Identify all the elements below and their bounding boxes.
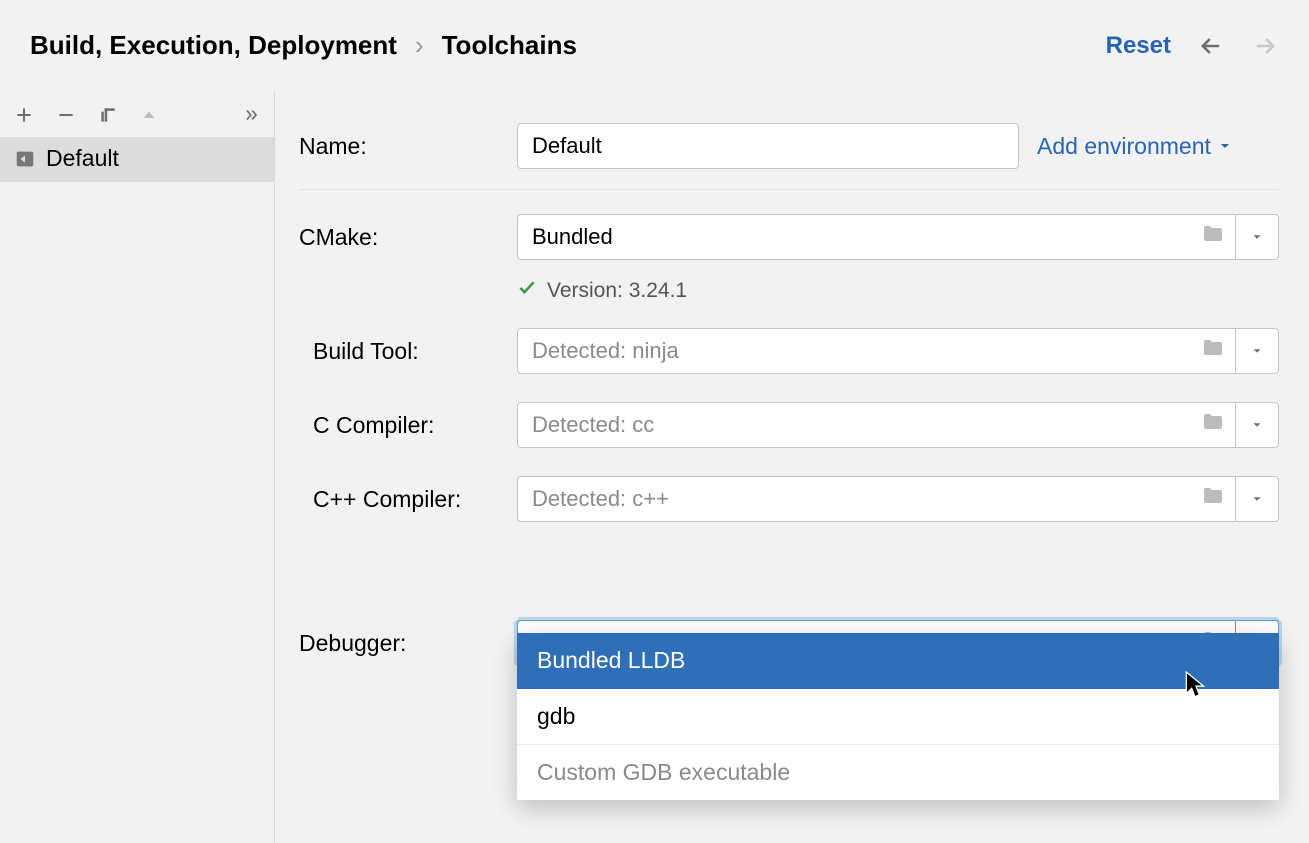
buildtool-input[interactable]: Detected: ninja — [517, 328, 1235, 374]
row-name: Name: Add environment — [299, 109, 1279, 183]
cppcompiler-label: C++ Compiler: — [299, 486, 517, 513]
breadcrumb-parent[interactable]: Build, Execution, Deployment — [30, 30, 397, 61]
chevron-down-icon — [1250, 344, 1264, 358]
remove-icon[interactable] — [56, 105, 76, 125]
add-icon[interactable] — [14, 105, 34, 125]
row-cppcompiler: C++ Compiler: Detected: c++ — [299, 462, 1279, 536]
sidebar-item-label: Default — [46, 145, 119, 172]
content: Default Name: Add environment CMake: Bun… — [0, 91, 1309, 843]
buildtool-combo[interactable]: Detected: ninja — [517, 328, 1279, 374]
buildtool-dropdown-button[interactable] — [1235, 328, 1279, 374]
cmake-version-text: Version: 3.24.1 — [547, 279, 687, 303]
name-label: Name: — [299, 133, 517, 160]
dropdown-item-custom-gdb[interactable]: Custom GDB executable — [517, 745, 1279, 800]
row-ccompiler: C Compiler: Detected: cc — [299, 388, 1279, 462]
cmake-status: Version: 3.24.1 — [517, 278, 1279, 304]
debugger-dropdown: Bundled LLDB gdb Custom GDB executable — [517, 633, 1279, 800]
ccompiler-label: C Compiler: — [299, 412, 517, 439]
breadcrumb: Build, Execution, Deployment › Toolchain… — [30, 30, 577, 61]
folder-icon[interactable] — [1201, 336, 1225, 366]
ccompiler-placeholder: Detected: cc — [532, 412, 654, 438]
cmake-combo[interactable]: Bundled — [517, 214, 1279, 260]
separator — [299, 189, 1279, 190]
sidebar: Default — [0, 91, 275, 843]
buildtool-label: Build Tool: — [299, 338, 517, 365]
folder-icon[interactable] — [1201, 222, 1225, 252]
forward-icon[interactable] — [1251, 32, 1279, 60]
dropdown-item-bundled-lldb[interactable]: Bundled LLDB — [517, 633, 1279, 689]
copy-icon[interactable] — [98, 105, 118, 125]
breadcrumb-current: Toolchains — [442, 30, 577, 61]
check-icon — [517, 278, 537, 304]
name-input[interactable] — [517, 123, 1019, 169]
ccompiler-combo[interactable]: Detected: cc — [517, 402, 1279, 448]
row-buildtool: Build Tool: Detected: ninja — [299, 314, 1279, 388]
cmake-value: Bundled — [532, 224, 613, 250]
sidebar-item-default[interactable]: Default — [0, 137, 274, 182]
cppcompiler-combo[interactable]: Detected: c++ — [517, 476, 1279, 522]
row-cmake: CMake: Bundled — [299, 200, 1279, 274]
cppcompiler-dropdown-button[interactable] — [1235, 476, 1279, 522]
cmake-input[interactable]: Bundled — [517, 214, 1235, 260]
up-icon[interactable] — [140, 106, 158, 124]
cmake-dropdown-button[interactable] — [1235, 214, 1279, 260]
reset-button[interactable]: Reset — [1106, 32, 1171, 60]
ccompiler-input[interactable]: Detected: cc — [517, 402, 1235, 448]
header-bar: Build, Execution, Deployment › Toolchain… — [0, 0, 1309, 91]
cmake-label: CMake: — [299, 224, 517, 251]
add-environment-button[interactable]: Add environment — [1037, 133, 1233, 160]
folder-icon[interactable] — [1201, 484, 1225, 514]
back-icon[interactable] — [1197, 32, 1225, 60]
chevron-right-icon: › — [415, 30, 424, 61]
sidebar-list: Default — [0, 137, 274, 182]
chevron-down-icon — [1250, 230, 1264, 244]
chevron-down-icon — [1217, 138, 1233, 154]
header-actions: Reset — [1106, 32, 1279, 60]
more-icon[interactable] — [240, 106, 260, 124]
dropdown-item-gdb[interactable]: gdb — [517, 689, 1279, 745]
cppcompiler-placeholder: Detected: c++ — [532, 486, 669, 512]
buildtool-placeholder: Detected: ninja — [532, 338, 679, 364]
main-panel: Name: Add environment CMake: Bundled — [275, 91, 1309, 843]
add-environment-label: Add environment — [1037, 133, 1211, 160]
debugger-label: Debugger: — [299, 630, 517, 657]
chevron-down-icon — [1250, 492, 1264, 506]
chevron-down-icon — [1250, 418, 1264, 432]
sidebar-toolbar — [0, 99, 274, 137]
toolchain-icon — [14, 148, 36, 170]
ccompiler-dropdown-button[interactable] — [1235, 402, 1279, 448]
folder-icon[interactable] — [1201, 410, 1225, 440]
cppcompiler-input[interactable]: Detected: c++ — [517, 476, 1235, 522]
